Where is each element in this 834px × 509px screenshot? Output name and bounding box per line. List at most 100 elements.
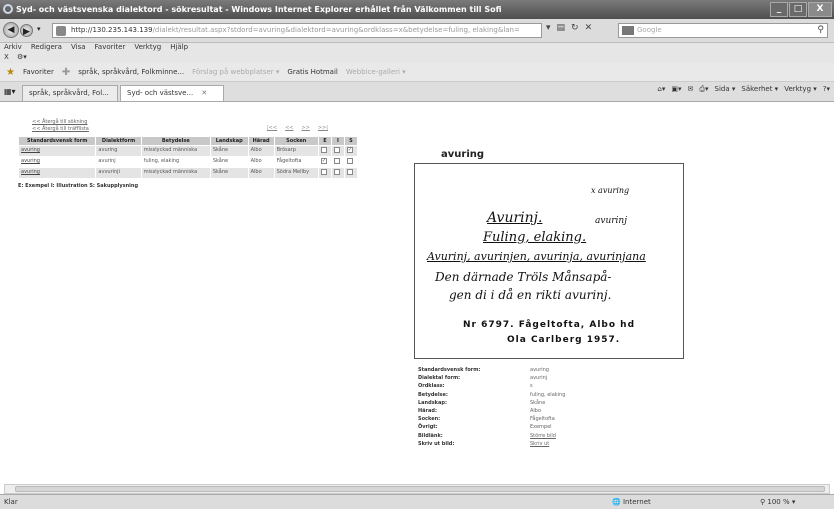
- checkbox-s[interactable]: [346, 158, 353, 164]
- search-input[interactable]: Google ⚲: [618, 23, 828, 38]
- table-legend: E: Exempel I: Illustration S: Sakupplysn…: [18, 183, 139, 189]
- cell-std-link[interactable]: avuring: [17, 145, 97, 157]
- checkbox-i[interactable]: [333, 147, 340, 153]
- horizontal-scrollbar[interactable]: [4, 484, 830, 494]
- tab-label: Syd- och västsve...: [127, 89, 194, 97]
- cell-socken: Brösarp: [273, 145, 319, 157]
- tab-sprak[interactable]: språk, språkvård, Fol...: [22, 85, 118, 101]
- print-icon[interactable]: ⎙▾: [699, 85, 708, 94]
- minimize-button[interactable]: _: [770, 2, 788, 17]
- tab-label: språk, språkvård, Fol...: [29, 89, 109, 97]
- refresh-icon[interactable]: ↻: [571, 23, 579, 33]
- zoom-control[interactable]: ⚲ 100 % ▾: [760, 498, 795, 506]
- cell-s: ✓: [343, 145, 359, 157]
- checkbox-e[interactable]: [320, 169, 327, 175]
- extra-toolbar: X ⚙▾: [0, 53, 834, 63]
- feeds-icon[interactable]: ▣▾: [671, 85, 681, 94]
- checkbox-s-checked[interactable]: ✓: [346, 147, 353, 153]
- cell-s: [343, 156, 359, 168]
- search-icon[interactable]: ⚲: [817, 25, 824, 35]
- info-label: Betydelse:: [418, 391, 448, 398]
- info-row: Bildlänk: Större bild: [418, 432, 565, 440]
- cell-betydelse: misslyckad människa: [140, 167, 211, 179]
- compatibility-icon[interactable]: ▤: [557, 23, 566, 33]
- back-to-results-link[interactable]: << Återgå till träfflista: [32, 126, 89, 133]
- menu-visa[interactable]: Visa: [71, 43, 86, 53]
- info-label: Socken:: [418, 416, 441, 423]
- results-table: Standardsvensk form Dialektform Betydels…: [17, 136, 359, 179]
- menu-redigera[interactable]: Redigera: [31, 43, 62, 53]
- help-icon[interactable]: ?▾: [823, 85, 830, 94]
- stop-icon[interactable]: ✕: [585, 23, 593, 33]
- dialect-card-image: x avuring Avurinj. avurinj Fuling, elaki…: [414, 163, 684, 359]
- add-favorite-icon[interactable]: ✚: [62, 67, 70, 78]
- menu-hjalp[interactable]: Hjälp: [170, 43, 188, 53]
- back-to-search-link[interactable]: << Återgå till sökning: [32, 119, 89, 126]
- favorite-item-hotmail[interactable]: Gratis Hotmail: [287, 68, 337, 76]
- maximize-button[interactable]: □: [789, 2, 807, 17]
- info-value: fuling, elaking: [530, 391, 566, 398]
- close-tab-icon[interactable]: ✕: [201, 89, 207, 97]
- col-betydelse: Betydelse: [140, 136, 211, 146]
- checkbox-s[interactable]: [346, 169, 353, 175]
- forward-button[interactable]: ▶: [20, 24, 33, 37]
- tab-dialektord[interactable]: Syd- och västsve... ✕: [120, 85, 224, 101]
- scrollbar-thumb[interactable]: [15, 486, 825, 492]
- back-button[interactable]: ◀: [3, 22, 19, 38]
- address-input[interactable]: http://130.235.143.139/dialekt/resultat.…: [52, 23, 542, 38]
- pager-next[interactable]: >>: [301, 125, 309, 131]
- col-harad: Härad: [247, 136, 275, 146]
- info-label: Landskap:: [418, 399, 447, 406]
- cell-harad: Albo: [247, 167, 275, 179]
- table-row[interactable]: avuring avvurinji misslyckad människa Sk…: [17, 167, 359, 179]
- home-icon[interactable]: ⌂▾: [657, 85, 665, 94]
- cmd-sakerhet[interactable]: Säkerhet ▾: [741, 85, 778, 94]
- menu-arkiv[interactable]: Arkiv: [4, 43, 22, 53]
- status-bar: Klar 🌐 Internet ⚲ 100 % ▾: [0, 494, 834, 509]
- url-path: /dialekt/resultat.aspx?stdord=avuring&di…: [152, 26, 520, 34]
- favorites-button[interactable]: Favoriter: [23, 68, 54, 76]
- status-text: Klar: [4, 498, 18, 506]
- close-toolbar-button[interactable]: X: [4, 53, 9, 61]
- convert-icon[interactable]: ⚙▾: [17, 53, 27, 61]
- globe-icon: 🌐: [612, 498, 621, 506]
- dropdown-icon[interactable]: ▾: [546, 23, 551, 33]
- menu-favoriter[interactable]: Favoriter: [95, 43, 126, 53]
- cell-e: ✓: [317, 156, 332, 168]
- card-hw-top: x avuring: [591, 186, 630, 195]
- mail-icon[interactable]: ✉: [688, 85, 694, 94]
- favorite-item-webbice[interactable]: Webbice-galleri ▾: [346, 68, 406, 76]
- col-standardsvensk: Standardsvensk form: [17, 136, 97, 146]
- pager-prev[interactable]: <<: [285, 125, 293, 131]
- checkbox-i[interactable]: [333, 158, 340, 164]
- pager-last[interactable]: >>|: [318, 125, 328, 131]
- pager-first[interactable]: |<<: [267, 125, 277, 131]
- quick-tabs-icon[interactable]: ▦▾: [4, 87, 16, 96]
- larger-image-link[interactable]: Större bild: [530, 432, 556, 440]
- card-line2: Fuling, elaking.: [483, 230, 587, 245]
- info-value: Skåne: [530, 399, 546, 406]
- cmd-sida[interactable]: Sida ▾: [715, 85, 736, 94]
- menu-verktyg[interactable]: Verktyg: [134, 43, 161, 53]
- checkbox-e[interactable]: [320, 147, 327, 153]
- print-image-link[interactable]: Skriv ut: [530, 440, 549, 448]
- back-links: << Återgå till sökning << Återgå till tr…: [32, 119, 89, 133]
- checkbox-i[interactable]: [333, 169, 340, 175]
- checkbox-e-checked[interactable]: ✓: [320, 158, 327, 164]
- close-button[interactable]: X: [808, 2, 832, 17]
- chevron-down-icon[interactable]: ▾: [37, 25, 41, 33]
- cell-landskap: Skåne: [209, 167, 249, 179]
- info-value: s: [530, 383, 533, 390]
- cell-landskap: Skåne: [209, 156, 249, 168]
- cell-std-link[interactable]: avuring: [17, 156, 97, 168]
- cell-dialektform: avurinj: [95, 156, 142, 168]
- cell-s: [343, 167, 359, 179]
- cell-betydelse: misslyckad människa: [140, 145, 211, 157]
- favorite-item-sprak[interactable]: språk, språkvård, Folkminne...: [78, 68, 184, 76]
- info-row: Dialektal form: avurinj: [418, 374, 565, 382]
- cmd-verktyg[interactable]: Verktyg ▾: [784, 85, 817, 94]
- table-row[interactable]: avuring avuring misslyckad människa Skån…: [17, 145, 359, 157]
- favorite-item-forslag[interactable]: Förslag på webbplatser ▾: [192, 68, 279, 76]
- cell-std-link[interactable]: avuring: [17, 167, 97, 179]
- table-row-selected[interactable]: avuring avurinj fuling, elaking Skåne Al…: [17, 156, 359, 168]
